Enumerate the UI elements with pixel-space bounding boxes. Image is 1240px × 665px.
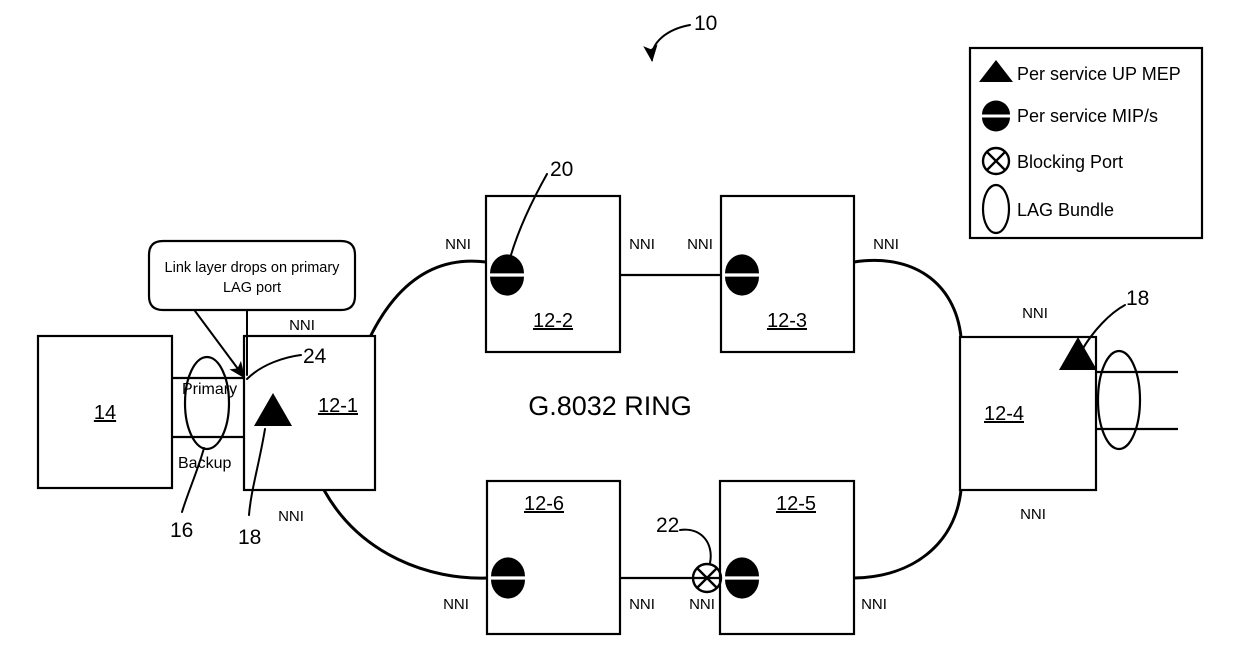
legend-label-blocking-port: Blocking Port xyxy=(1017,152,1123,172)
reference-20-label: 20 xyxy=(550,158,573,181)
figure-reference-10-label: 10 xyxy=(694,12,717,35)
node-12-2[interactable]: 12-2 xyxy=(484,194,622,354)
reference-18-right-label: 18 xyxy=(1126,287,1149,310)
nni-label-n4-bottom: NNI xyxy=(1020,506,1046,523)
legend-label-up-mep: Per service UP MEP xyxy=(1017,64,1181,84)
ring-title: G.8032 RING xyxy=(528,391,692,421)
callout-line-2: LAG port xyxy=(223,280,281,296)
node-12-1-label: 12-1 xyxy=(318,395,358,417)
lag-backup-label: Backup xyxy=(178,455,231,472)
nni-label-n4-top: NNI xyxy=(1022,305,1048,322)
reference-18-left-label: 18 xyxy=(238,526,261,549)
nni-label-n5-left: NNI xyxy=(689,596,715,613)
ring-arc-n6-n1 xyxy=(322,489,488,580)
nni-label-n2-right: NNI xyxy=(629,236,655,253)
figure-canvas: 10 14 Primary Backup 16 12-1 18 24 12-2 … xyxy=(0,0,1240,665)
legend-panel: Per service UP MEP Per service MIP/s Blo… xyxy=(968,46,1204,240)
node-12-4-label: 12-4 xyxy=(984,403,1024,425)
legend-label-lag-bundle: LAG Bundle xyxy=(1017,200,1114,220)
nni-label-n3-right: NNI xyxy=(873,236,899,253)
nni-label-n2-left: NNI xyxy=(445,236,471,253)
nni-label-n3-left: NNI xyxy=(687,236,713,253)
nni-label-n1-top: NNI xyxy=(289,317,315,334)
nni-label-n5-right: NNI xyxy=(861,596,887,613)
reference-16-label: 16 xyxy=(170,519,193,542)
node-12-3-label: 12-3 xyxy=(767,310,807,332)
ring-arc-n4-n5 xyxy=(853,489,963,580)
node-12-5-label: 12-5 xyxy=(776,493,816,515)
node-12-2-label: 12-2 xyxy=(533,310,573,332)
reference-22: 22 xyxy=(656,514,712,564)
node-12-5[interactable]: 12-5 xyxy=(718,479,856,636)
figure-reference-10: 10 xyxy=(643,12,717,62)
nni-label-n6-right: NNI xyxy=(629,596,655,613)
lag-bundle-right xyxy=(1096,349,1142,451)
ring-arc-n3-n4 xyxy=(853,259,963,338)
node-12-6-label: 12-6 xyxy=(524,493,564,515)
network-diagram: 10 14 Primary Backup 16 12-1 18 24 12-2 … xyxy=(36,12,1204,636)
nni-label-n6-left: NNI xyxy=(443,596,469,613)
reference-24-label: 24 xyxy=(303,345,327,368)
node-client-14[interactable]: 14 xyxy=(36,334,174,490)
lag-bundle-left xyxy=(183,355,231,451)
callout-line-1: Link layer drops on primary xyxy=(165,260,341,276)
nni-label-n1-bottom: NNI xyxy=(278,508,304,525)
legend-label-mip: Per service MIP/s xyxy=(1017,106,1158,126)
node-client-14-label: 14 xyxy=(94,402,116,424)
reference-22-label: 22 xyxy=(656,514,679,537)
node-12-3[interactable]: 12-3 xyxy=(719,194,856,354)
lag-primary-label: Primary xyxy=(182,381,237,398)
